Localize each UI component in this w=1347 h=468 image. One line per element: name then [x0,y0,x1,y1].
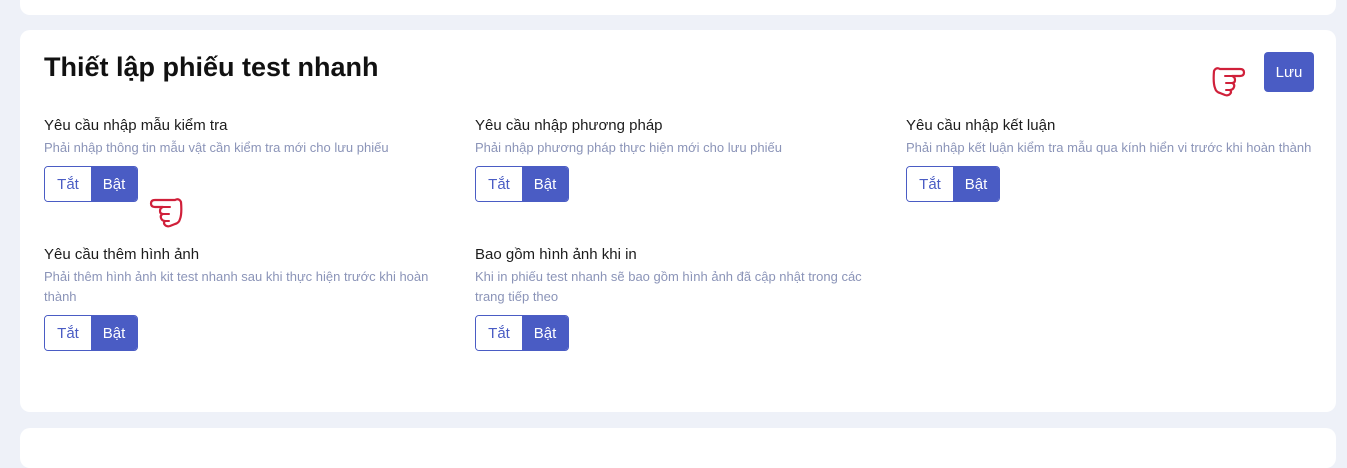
next-card [20,428,1336,468]
previous-card [20,0,1336,15]
setting-label: Yêu cầu thêm hình ảnh [44,246,200,263]
setting-print-images: Bao gồm hình ảnh khi in Khi in phiếu tes… [475,245,885,351]
toggle-off-option[interactable]: Tắt [476,316,522,350]
setting-label: Bao gồm hình ảnh khi in [475,246,637,263]
setting-conclusion-input: Yêu cầu nhập kết luận Phải nhập kết luận… [906,116,1316,202]
toggle-off-option[interactable]: Tắt [476,167,522,201]
setting-description: Phải nhập phương pháp thực hiện mới cho … [475,140,782,155]
setting-add-images: Yêu cầu thêm hình ảnh Phải thêm hình ảnh… [44,245,454,351]
save-button[interactable]: Lưu [1264,52,1314,92]
toggle-on-option[interactable]: Bật [91,316,137,350]
toggle-on-option[interactable]: Bật [522,167,568,201]
on-off-toggle: Tắt Bật [475,166,569,202]
setting-label: Yêu cầu nhập phương pháp [475,117,663,134]
setting-method-input: Yêu cầu nhập phương pháp Phải nhập phươn… [475,116,885,202]
toggle-on-option[interactable]: Bật [91,167,137,201]
toggle-on-option[interactable]: Bật [953,167,999,201]
setting-label: Yêu cầu nhập kết luận [906,117,1056,134]
on-off-toggle: Tắt Bật [475,315,569,351]
setting-description: Khi in phiếu test nhanh sẽ bao gồm hình … [475,269,862,304]
toggle-off-option[interactable]: Tắt [45,167,91,201]
hand-pointing-left-icon [149,198,183,228]
toggle-off-option[interactable]: Tắt [907,167,953,201]
hand-pointing-right-icon [1212,67,1246,97]
on-off-toggle: Tắt Bật [906,166,1000,202]
quick-test-settings-card: Thiết lập phiếu test nhanh Lưu Yêu cầu n… [20,30,1336,412]
setting-label: Yêu cầu nhập mẫu kiểm tra [44,117,228,134]
on-off-toggle: Tắt Bật [44,315,138,351]
on-off-toggle: Tắt Bật [44,166,138,202]
toggle-off-option[interactable]: Tắt [45,316,91,350]
setting-description: Phải nhập thông tin mẫu vật cần kiểm tra… [44,140,389,155]
setting-sample-input: Yêu cầu nhập mẫu kiểm tra Phải nhập thôn… [44,116,454,202]
setting-description: Phải nhập kết luận kiểm tra mẫu qua kính… [906,140,1312,155]
page-title: Thiết lập phiếu test nhanh [44,52,379,82]
setting-description: Phải thêm hình ảnh kit test nhanh sau kh… [44,269,429,304]
toggle-on-option[interactable]: Bật [522,316,568,350]
